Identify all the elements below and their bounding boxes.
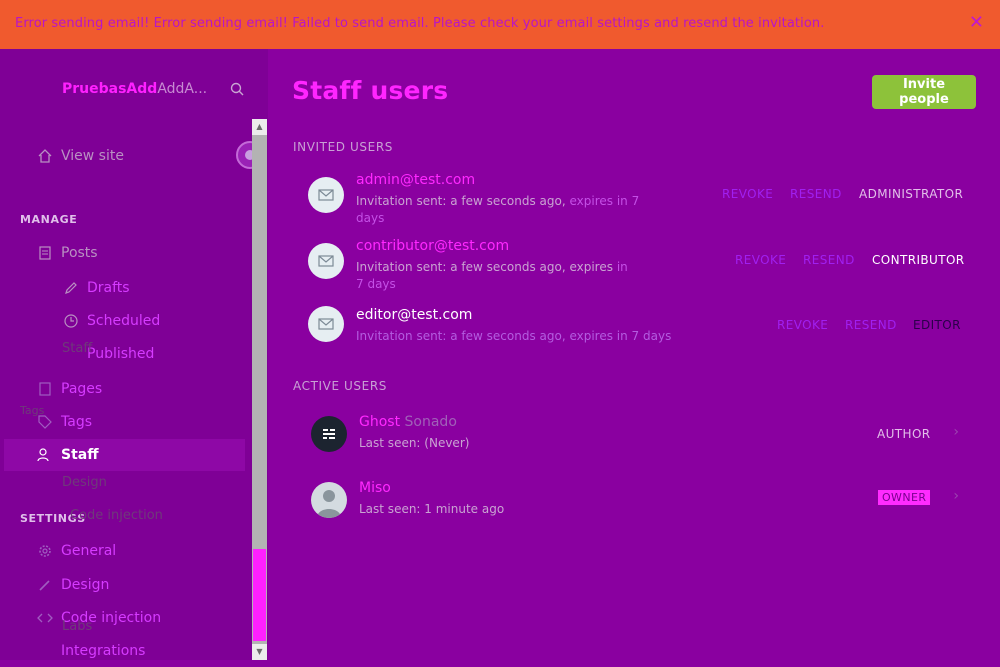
sidebar-item-integrations[interactable]: Integrations: [37, 635, 237, 667]
pages-icon: [39, 382, 51, 396]
sidebar-item-label: Pages: [61, 381, 103, 397]
active-user-row[interactable]: Ghost Sonado Last seen: (Never) AUTHOR ›: [293, 407, 973, 469]
last-seen: Last seen: (Never): [359, 436, 470, 450]
error-banner: Error sending email! Error sending email…: [0, 0, 1000, 49]
sidebar-item-view-site[interactable]: View site: [37, 140, 237, 172]
sidebar-item-design[interactable]: Design: [37, 569, 237, 601]
invited-users-label: INVITED USERS: [293, 140, 393, 154]
sidebar-item-label: Integrations: [61, 643, 146, 659]
sidebar-item-label: Drafts: [87, 280, 130, 296]
mail-icon: [318, 255, 334, 267]
revoke-link[interactable]: REVOKE: [777, 318, 828, 332]
ghost-text: Labs: [62, 619, 93, 634]
sidebar-item-label: General: [61, 543, 117, 559]
sidebar: PruebasAddAddA... View site MANAGE Posts…: [0, 49, 268, 660]
mail-avatar: [308, 177, 344, 213]
sidebar-item-tags[interactable]: Tags: [37, 406, 237, 438]
sidebar-item-general[interactable]: General: [37, 535, 237, 567]
role-badge: EDITOR: [913, 318, 961, 332]
resend-link[interactable]: RESEND: [790, 187, 842, 201]
brush-icon: [39, 580, 50, 591]
active-users-label: ACTIVE USERS: [293, 379, 387, 393]
user-name: Miso: [359, 480, 391, 496]
ghost-logo-icon: [323, 429, 335, 439]
invited-user-row[interactable]: contributor@test.com Invitation sent: a …: [293, 234, 973, 296]
resend-link[interactable]: RESEND: [845, 318, 897, 332]
invited-user-row[interactable]: admin@test.com Invitation sent: a few se…: [293, 168, 973, 230]
invite-meta: Invitation sent: a few seconds ago, expi…: [356, 328, 696, 345]
staff-icon: [37, 448, 49, 462]
manage-section-label: MANAGE: [20, 213, 78, 226]
ghost-avatar: [311, 416, 347, 452]
clock-icon: [64, 314, 78, 328]
scroll-thumb[interactable]: [253, 549, 266, 641]
sidebar-item-label: Staff: [61, 447, 99, 463]
invite-sent: Invitation sent: a few seconds ago,: [356, 194, 566, 208]
chevron-right-icon: ›: [953, 424, 959, 440]
close-icon[interactable]: ✕: [969, 12, 984, 34]
invite-people-button[interactable]: Invite people: [872, 75, 976, 109]
owner-badge: OWNER: [878, 490, 931, 505]
site-brand[interactable]: PruebasAddAddA...: [62, 81, 207, 97]
mail-icon: [318, 318, 334, 330]
ghost-text: Design: [62, 475, 107, 490]
sidebar-item-label: Design: [61, 577, 110, 593]
mail-avatar: [308, 243, 344, 279]
user-name-text: Ghost: [359, 414, 401, 430]
sidebar-item-label: View site: [61, 148, 124, 164]
user-name: Ghost Sonado: [359, 414, 457, 430]
sidebar-scrollbar[interactable]: ▲ ▼: [252, 119, 267, 660]
mail-icon: [318, 189, 334, 201]
posts-icon: [39, 246, 51, 260]
mail-avatar: [308, 306, 344, 342]
sidebar-item-scheduled[interactable]: Scheduled: [63, 305, 233, 337]
resend-link[interactable]: RESEND: [803, 253, 855, 267]
ghost-text: Code injection: [70, 508, 163, 523]
invited-user-row[interactable]: editor@test.com Invitation sent: a few s…: [293, 300, 973, 362]
revoke-link[interactable]: REVOKE: [735, 253, 786, 267]
sidebar-item-label: Published: [87, 346, 155, 362]
last-seen: Last seen: 1 minute ago: [359, 502, 505, 516]
user-avatar: [311, 482, 347, 518]
invite-meta: Invitation sent: a few seconds ago, expi…: [356, 193, 666, 227]
invite-expiry: Invitation sent: a few seconds ago, expi…: [356, 329, 672, 343]
home-icon: [38, 149, 52, 163]
role-badge: ADMINISTRATOR: [859, 187, 964, 201]
invite-sent: Invitation sent: a few seconds ago, expi…: [356, 260, 613, 274]
brand-name: PruebasAdd: [62, 81, 158, 97]
sidebar-item-posts[interactable]: Posts: [37, 237, 237, 269]
revoke-link[interactable]: REVOKE: [722, 187, 773, 201]
role-badge: AUTHOR: [877, 427, 931, 441]
scroll-up-arrow[interactable]: ▲: [252, 119, 267, 135]
sidebar-item-staff[interactable]: Staff: [4, 439, 245, 471]
ghost-text: Staff: [62, 341, 93, 356]
user-email: contributor@test.com: [356, 238, 510, 254]
role-badge: CONTRIBUTOR: [872, 253, 965, 267]
brand-name-rest: AddA...: [157, 81, 208, 97]
user-email: admin@test.com: [356, 172, 476, 188]
pencil-icon: [65, 282, 77, 294]
user-name-extra: Sonado: [404, 414, 457, 430]
sidebar-item-drafts[interactable]: Drafts: [63, 272, 233, 304]
sidebar-item-label: Posts: [61, 245, 98, 261]
sidebar-item-label: Scheduled: [87, 313, 161, 329]
search-icon[interactable]: [230, 82, 244, 96]
code-icon: [37, 613, 53, 623]
invite-meta: Invitation sent: a few seconds ago, expi…: [356, 259, 636, 293]
banner-message: Error sending email! Error sending email…: [15, 16, 825, 31]
scroll-down-arrow[interactable]: ▼: [252, 644, 267, 660]
ghost-text: Tags: [20, 404, 45, 417]
active-user-row[interactable]: Miso Last seen: 1 minute ago OWNER ›: [293, 473, 973, 535]
sidebar-item-pages[interactable]: Pages: [37, 373, 237, 405]
person-icon: [317, 490, 341, 518]
page-title: Staff users: [292, 76, 449, 105]
user-email: editor@test.com: [356, 307, 473, 323]
gear-icon: [39, 545, 51, 557]
sidebar-item-label: Tags: [61, 414, 92, 430]
chevron-right-icon: ›: [953, 488, 959, 504]
